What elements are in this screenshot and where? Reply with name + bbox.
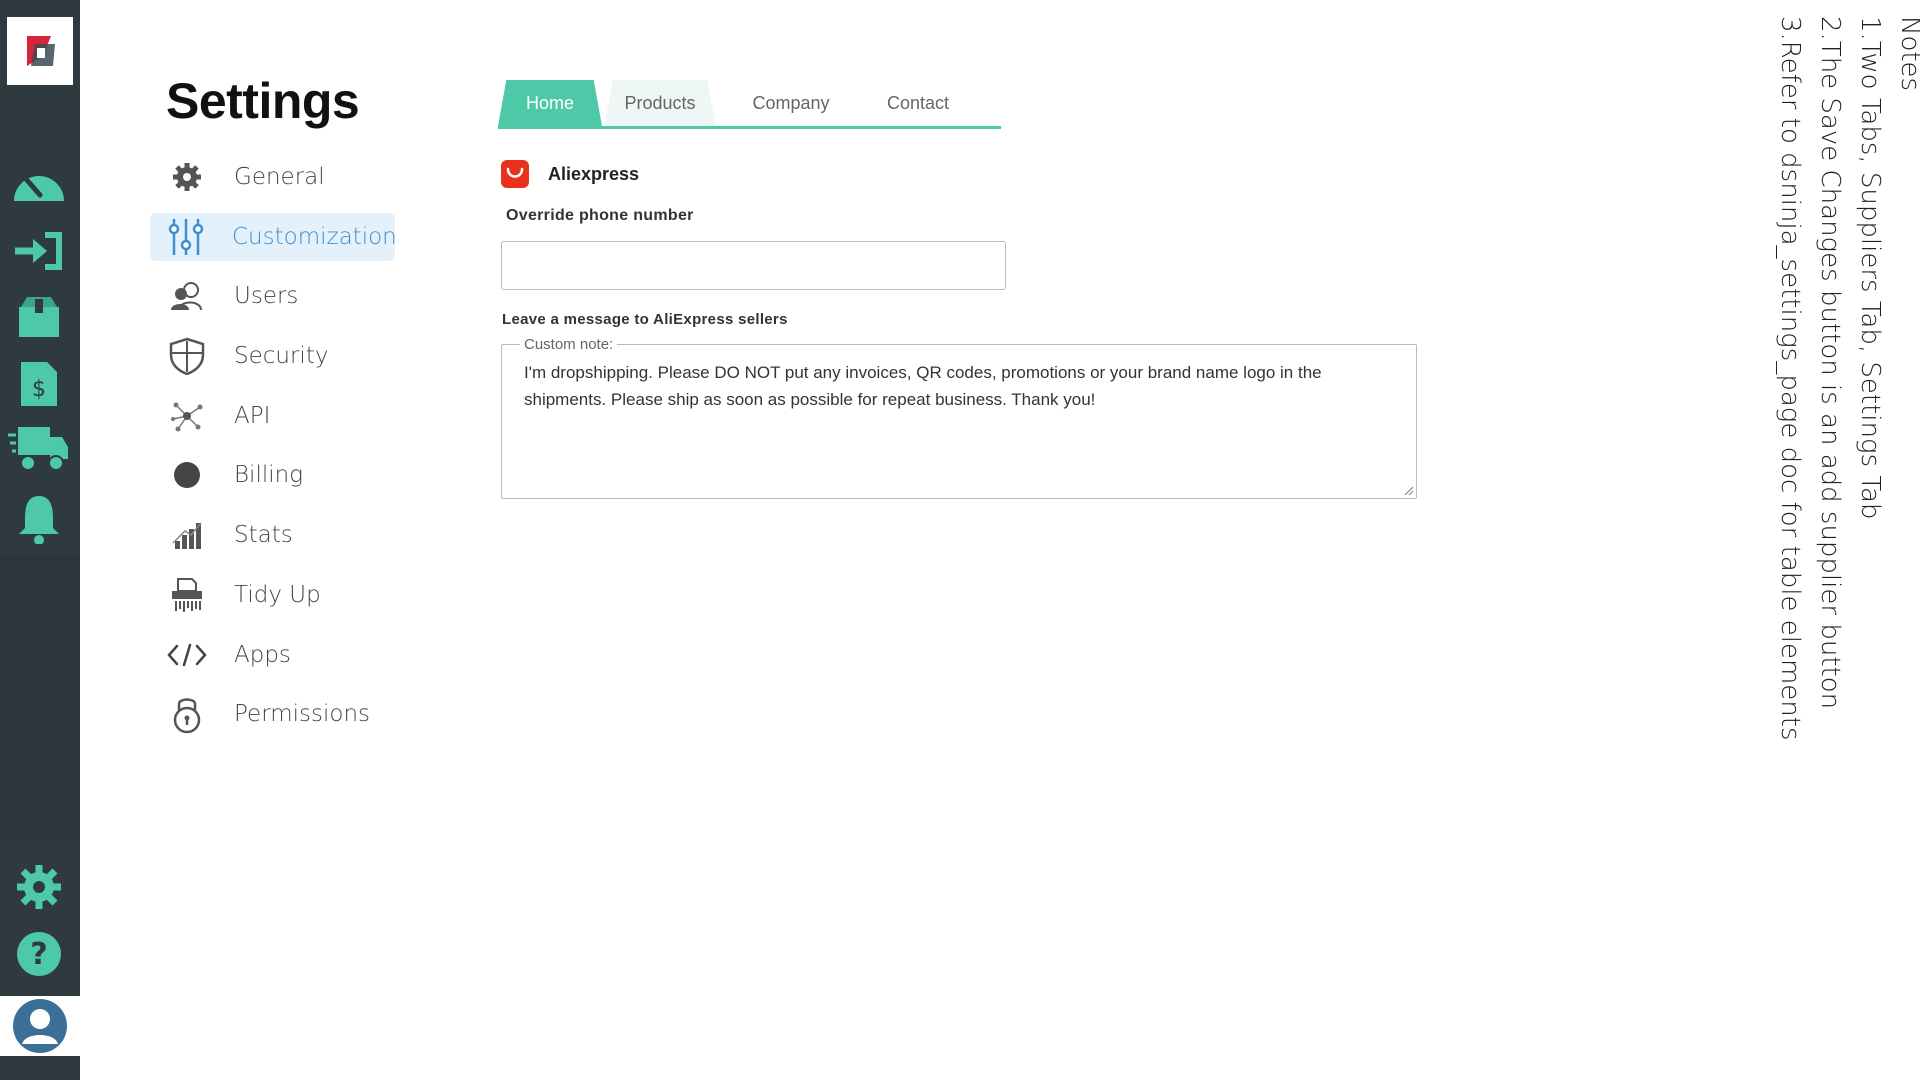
menu-item-label: Tidy Up (234, 581, 321, 608)
rail-footer (0, 1056, 80, 1080)
phone-label: Override phone number (506, 207, 694, 224)
logo-icon (27, 36, 55, 66)
menu-item-label: Security (234, 343, 329, 370)
menu-item-stats[interactable]: Stats (150, 511, 395, 559)
supplier-name: Aliexpress (548, 163, 640, 184)
menu-item-label: Billing (234, 462, 303, 489)
menu-item-apps[interactable]: Apps (150, 631, 395, 679)
resize-handle-icon[interactable] (1402, 484, 1414, 496)
menu-item-customization[interactable]: Customization (150, 212, 397, 261)
menu-item-label: General (234, 164, 325, 190)
menu-item-label: Permissions (234, 701, 371, 728)
menu-item-security[interactable]: Security (150, 332, 395, 380)
aliexpress-icon (501, 160, 529, 188)
notes-line: 2.The Save Changes button is an add supp… (1815, 16, 1845, 710)
invoice-icon[interactable]: $ (8, 355, 70, 413)
help-icon[interactable]: ? (8, 925, 70, 983)
menu-item-general[interactable]: General (150, 153, 395, 201)
svg-text:?: ? (30, 937, 47, 972)
nodes-icon (166, 395, 208, 437)
user-avatar[interactable] (0, 996, 80, 1056)
chart-icon (166, 514, 208, 556)
shield-icon (166, 335, 208, 377)
notes-line: 1.Two Tabs, Suppliers Tab, Settings Tab (1855, 16, 1885, 520)
menu-item-label: API (234, 402, 271, 429)
app-rail: $ ? (0, 0, 80, 1080)
users-icon (166, 275, 208, 317)
menu-item-label: Customization (232, 223, 397, 250)
svg-text:$: $ (32, 377, 46, 402)
menu-item-label: Users (234, 283, 299, 310)
notes-text: Notes 1.Two Tabs, Suppliers Tab, Setting… (1770, 16, 1920, 741)
custom-note-textarea[interactable]: Custom note: I'm dropshipping. Please DO… (501, 336, 1417, 499)
menu-item-permissions[interactable]: Permissions (150, 690, 395, 738)
tab-products[interactable]: Products (604, 80, 716, 126)
message-label: Leave a message to AliExpress sellers (502, 311, 788, 328)
page-title: Settings (166, 73, 360, 129)
tab-contact[interactable]: Contact (868, 80, 968, 126)
supplier-header: Aliexpress (501, 160, 639, 188)
notes-heading: Notes (1895, 16, 1920, 92)
notes-line: 3.Refer to dsninja_settings_page doc for… (1775, 16, 1805, 741)
gear-icon (166, 156, 208, 198)
gear-icon[interactable] (8, 858, 70, 916)
menu-item-label: Stats (234, 522, 293, 549)
truck-icon[interactable] (8, 420, 70, 478)
user-icon (13, 999, 67, 1053)
dashboard-icon[interactable] (8, 156, 70, 214)
shredder-icon (166, 574, 208, 616)
tab-home[interactable]: Home (498, 80, 602, 126)
menu-item-api[interactable]: API (150, 392, 395, 440)
code-icon (166, 634, 208, 676)
custom-note-text[interactable]: I'm dropshipping. Please DO NOT put any … (524, 359, 1394, 413)
supplier-tabs: Home Products Company Contact (498, 80, 1001, 129)
circle-icon (166, 454, 208, 496)
custom-note-legend: Custom note: (520, 336, 618, 353)
phone-input[interactable] (501, 241, 1006, 290)
app-logo[interactable] (7, 17, 73, 85)
tab-company[interactable]: Company (730, 80, 852, 126)
notes-panel: Notes 1.Two Tabs, Suppliers Tab, Setting… (1775, 16, 1920, 741)
sliders-icon (166, 216, 206, 258)
menu-item-label: Apps (234, 641, 291, 668)
lock-icon (166, 693, 208, 735)
box-icon[interactable] (8, 288, 70, 346)
menu-item-tidy-up[interactable]: Tidy Up (150, 571, 395, 619)
settings-menu: General Customization Users Security API… (150, 153, 397, 750)
rail-spacer (0, 555, 80, 840)
menu-item-users[interactable]: Users (150, 272, 395, 320)
import-icon[interactable] (8, 222, 70, 280)
bell-icon[interactable] (8, 490, 70, 548)
menu-item-billing[interactable]: Billing (150, 451, 395, 499)
